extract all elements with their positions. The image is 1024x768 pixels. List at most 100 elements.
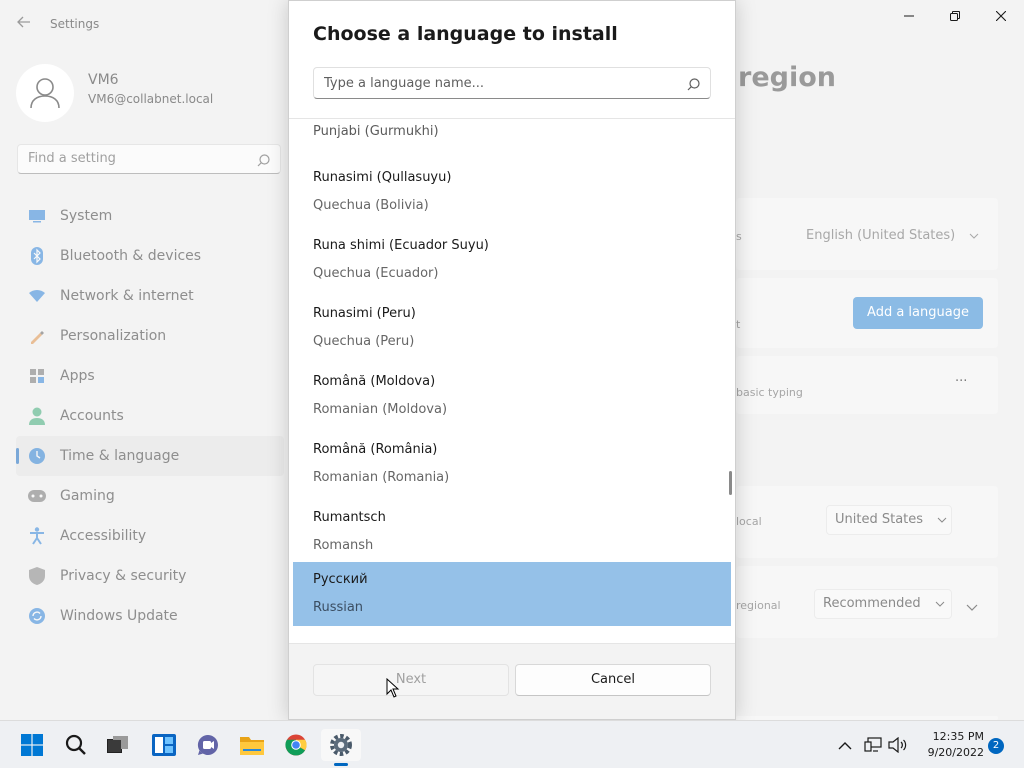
language-native-name: Runasimi (Peru) xyxy=(313,306,416,321)
display-language-value: English (United States) xyxy=(806,228,956,243)
sidebar-nav: System Bluetooth & devices Network & int… xyxy=(16,196,284,636)
sidebar-item-personalization[interactable]: Personalization xyxy=(16,316,284,356)
chevron-down-icon xyxy=(937,517,947,523)
language-list[interactable]: Punjabi (Gurmukhi) Runasimi (Qullasuyu) … xyxy=(293,120,731,640)
user-profile[interactable]: VM6 VM6@collabnet.local xyxy=(16,62,276,122)
language-native-name: Runasimi (Qullasuyu) xyxy=(313,170,452,185)
search-icon xyxy=(257,152,270,171)
accounts-icon xyxy=(28,407,46,425)
sidebar-item-privacy[interactable]: Privacy & security xyxy=(16,556,284,596)
next-button[interactable]: Next xyxy=(313,664,509,696)
language-native-name: Română (România) xyxy=(313,442,438,457)
regional-format-select[interactable]: Recommended xyxy=(814,589,952,619)
language-option[interactable]: Română (România) Romanian (Romania) xyxy=(293,430,731,494)
language-option-selected[interactable]: Русский Russian xyxy=(293,562,731,626)
sidebar-item-apps[interactable]: Apps xyxy=(16,356,284,396)
sidebar-item-windows-update[interactable]: Windows Update xyxy=(16,596,284,636)
cancel-button[interactable]: Cancel xyxy=(515,664,711,696)
volume-tray-button[interactable] xyxy=(888,735,908,755)
taskbar-search-button[interactable] xyxy=(56,729,96,761)
clock[interactable]: 12:35 PM 9/20/2022 xyxy=(914,729,984,761)
dialog-title: Choose a language to install xyxy=(313,23,618,45)
network-tray-button[interactable] xyxy=(864,735,882,755)
sidebar-item-accessibility[interactable]: Accessibility xyxy=(16,516,284,556)
language-option[interactable]: Runasimi (Peru) Quechua (Peru) xyxy=(293,294,731,358)
settings-icon xyxy=(330,734,352,756)
app-title: Settings xyxy=(50,17,100,31)
system-icon xyxy=(28,207,46,225)
language-native-name: Runa shimi (Ecuador Suyu) xyxy=(313,238,489,253)
apps-icon xyxy=(28,367,46,385)
show-hidden-icons-button[interactable] xyxy=(838,735,852,755)
widgets-icon xyxy=(152,734,176,756)
find-setting-input[interactable]: Find a setting xyxy=(17,144,281,174)
sidebar-item-label: System xyxy=(60,208,113,224)
sidebar-item-accounts[interactable]: Accounts xyxy=(16,396,284,436)
sidebar-item-label: Privacy & security xyxy=(60,568,187,584)
display-language-select[interactable]: English (United States) xyxy=(806,228,979,243)
close-icon xyxy=(995,10,1007,22)
language-search-box[interactable] xyxy=(313,67,711,99)
gamepad-icon xyxy=(28,487,46,505)
search-icon xyxy=(687,76,700,95)
language-option[interactable]: Rumantsch Romansh xyxy=(293,498,731,562)
sidebar-item-label: Apps xyxy=(60,368,95,384)
sidebar-item-gaming[interactable]: Gaming xyxy=(16,476,284,516)
sidebar-item-label: Accounts xyxy=(60,408,124,424)
widgets-button[interactable] xyxy=(144,729,184,761)
chrome-button[interactable] xyxy=(276,729,316,761)
add-language-button[interactable]: Add a language xyxy=(853,297,983,329)
chevron-down-icon xyxy=(935,601,945,607)
language-option[interactable]: Runasimi (Qullasuyu) Quechua (Bolivia) xyxy=(293,158,731,222)
sidebar-item-system[interactable]: System xyxy=(16,196,284,236)
teams-chat-icon xyxy=(197,734,218,755)
preferred-languages-label: t xyxy=(736,318,741,331)
regional-format-value: Recommended xyxy=(823,596,921,611)
list-item[interactable]: Punjabi (Gurmukhi) xyxy=(313,124,439,139)
language-item-note: basic typing xyxy=(736,386,803,399)
minimize-button[interactable] xyxy=(886,6,932,28)
teams-chat-button[interactable] xyxy=(188,729,228,761)
more-options-button[interactable]: ··· xyxy=(955,374,967,389)
user-email: VM6@collabnet.local xyxy=(88,92,214,106)
user-name: VM6 xyxy=(88,72,119,88)
back-button[interactable] xyxy=(12,12,36,36)
start-icon xyxy=(21,734,43,756)
settings-taskbar-button[interactable] xyxy=(321,729,361,761)
country-region-select[interactable]: United States xyxy=(826,505,952,535)
country-label: local xyxy=(736,515,762,528)
network-icon xyxy=(28,287,46,305)
back-arrow-icon xyxy=(17,16,30,28)
start-button[interactable] xyxy=(12,729,52,761)
scrollbar-thumb[interactable] xyxy=(729,471,732,495)
language-option[interactable]: Runa shimi (Ecuador Suyu) Quechua (Ecuad… xyxy=(293,226,731,290)
update-icon xyxy=(28,607,46,625)
display-language-label: s xyxy=(736,230,742,243)
file-explorer-icon xyxy=(240,737,264,755)
restore-button[interactable] xyxy=(932,6,978,28)
search-icon xyxy=(65,734,86,755)
minimize-icon xyxy=(904,15,914,17)
globe-clock-icon xyxy=(28,447,46,465)
sidebar-item-label: Network & internet xyxy=(60,288,194,304)
language-search-input[interactable] xyxy=(324,69,674,97)
dialog-footer: Next Cancel xyxy=(289,643,735,719)
sidebar-item-network[interactable]: Network & internet xyxy=(16,276,284,316)
notification-badge[interactable]: 2 xyxy=(988,738,1004,754)
sidebar-item-time-language[interactable]: Time & language xyxy=(16,436,284,476)
expand-button[interactable] xyxy=(966,597,978,616)
close-button[interactable] xyxy=(978,6,1024,28)
language-native-name: Română (Moldova) xyxy=(313,374,436,389)
user-icon xyxy=(30,78,60,109)
sidebar-item-label: Bluetooth & devices xyxy=(60,248,202,264)
chrome-icon xyxy=(285,734,307,756)
task-view-button[interactable] xyxy=(98,729,138,761)
file-explorer-button[interactable] xyxy=(232,729,272,761)
language-option[interactable]: Română (Moldova) Romanian (Moldova) xyxy=(293,362,731,426)
choose-language-dialog: Choose a language to install Punjabi (Gu… xyxy=(288,0,736,720)
sidebar-item-bluetooth[interactable]: Bluetooth & devices xyxy=(16,236,284,276)
task-view-icon xyxy=(107,736,128,753)
speaker-icon xyxy=(888,737,907,753)
active-app-indicator xyxy=(334,763,348,766)
sidebar-item-label: Time & language xyxy=(60,448,180,464)
